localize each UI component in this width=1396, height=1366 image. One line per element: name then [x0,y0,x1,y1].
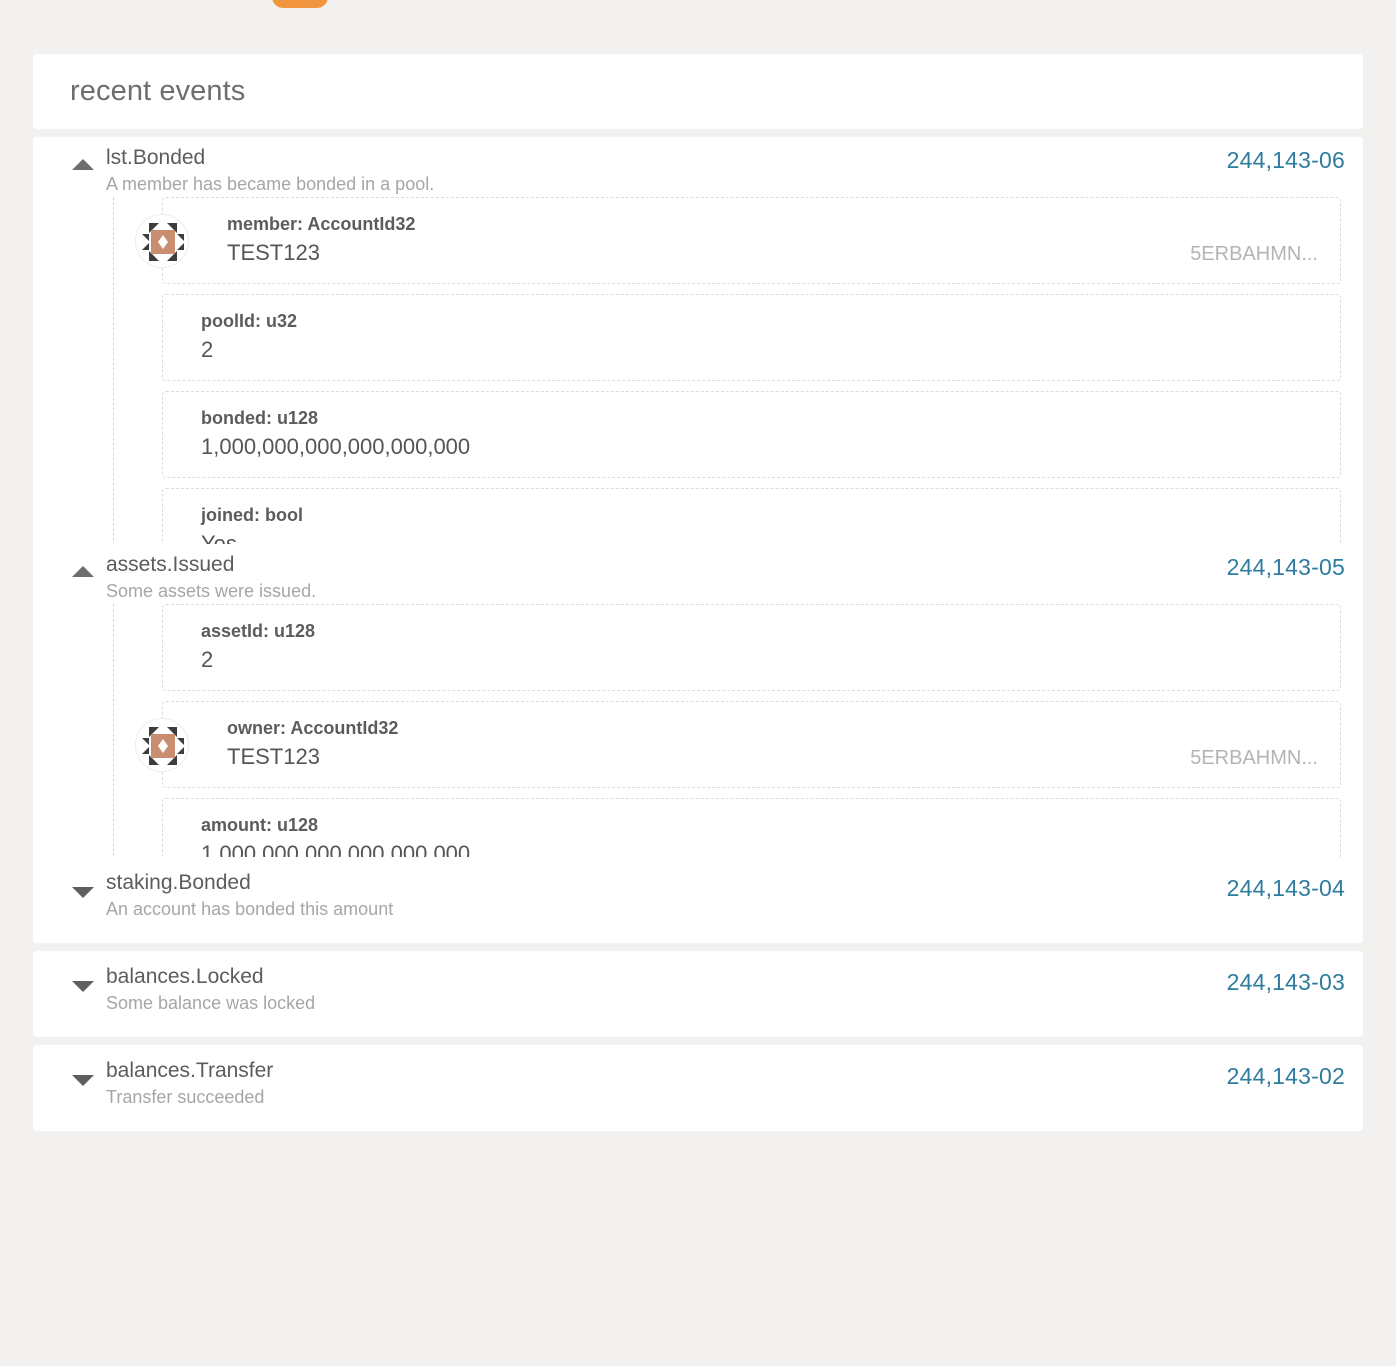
event-header-row[interactable]: balances.LockedSome balance was locked 24… [33,951,1363,1037]
event-field: owner: AccountId32TEST1235ERBAHMN... [162,701,1341,788]
event-name: assets.Issued [106,551,316,578]
event-title-group: balances.LockedSome balance was locked [106,951,315,1016]
caret-down-icon[interactable] [72,887,94,898]
event-block-number[interactable]: 244,143-03 [1227,969,1345,996]
event-card[interactable]: lst.BondedA member has became bonded in … [33,137,1363,601]
event-description: A member has became bonded in a pool. [106,171,434,197]
event-title-group: staking.BondedAn account has bonded this… [106,857,393,922]
field-value: 2 [201,644,1322,676]
field-key: poolId: u32 [201,308,1322,334]
event-name: lst.Bonded [106,144,434,171]
event-field: bonded: u1281,000,000,000,000,000,000 [162,391,1341,478]
event-description: Some assets were issued. [106,578,316,604]
event-card[interactable]: balances.LockedSome balance was locked 24… [33,951,1363,1037]
event-field: member: AccountId32TEST1235ERBAHMN... [162,197,1341,284]
field-value: 1,000,000,000,000,000,000 [201,431,1322,463]
event-field: assetId: u1282 [162,604,1341,691]
event-card[interactable]: balances.TransferTransfer succeeded 244,1… [33,1045,1363,1131]
event-card[interactable]: staking.BondedAn account has bonded this… [33,857,1363,943]
field-value: 2 [201,334,1322,366]
field-key: assetId: u128 [201,618,1322,644]
field-value: TEST123 [227,741,1322,773]
page-title: recent events [70,75,245,108]
field-key: joined: bool [201,502,1322,528]
event-title-group: assets.IssuedSome assets were issued. [106,544,316,604]
caret-down-icon[interactable] [72,981,94,992]
event-description: Some balance was locked [106,990,315,1016]
event-fields: member: AccountId32TEST1235ERBAHMN... poo… [113,197,1363,601]
event-block-number[interactable]: 244,143-05 [1227,554,1345,581]
field-key: member: AccountId32 [227,211,1322,237]
event-title-group: balances.TransferTransfer succeeded [106,1045,273,1110]
event-name: balances.Locked [106,963,315,990]
recent-events-header-card: recent events [33,54,1363,129]
event-block-number[interactable]: 244,143-06 [1227,147,1345,174]
event-description: Transfer succeeded [106,1084,273,1110]
field-address-short[interactable]: 5ERBAHMN... [1190,747,1318,770]
event-header-row[interactable]: balances.TransferTransfer succeeded 244,1… [33,1045,1363,1131]
field-value: TEST123 [227,237,1322,269]
event-title-group: lst.BondedA member has became bonded in … [106,137,434,197]
caret-up-icon[interactable] [72,566,94,577]
field-key: amount: u128 [201,812,1322,838]
caret-up-icon[interactable] [72,159,94,170]
event-card[interactable]: assets.IssuedSome assets were issued. 244… [33,544,1363,911]
caret-down-icon[interactable] [72,1075,94,1086]
top-orange-indicator [272,0,328,8]
field-key: bonded: u128 [201,405,1322,431]
event-header-row[interactable]: lst.BondedA member has became bonded in … [33,137,1363,197]
field-key: owner: AccountId32 [227,715,1322,741]
recent-events-page: recent events lst.BondedA member has bec… [0,0,1396,1366]
event-name: balances.Transfer [106,1057,273,1084]
event-name: staking.Bonded [106,869,393,896]
field-address-short[interactable]: 5ERBAHMN... [1190,243,1318,266]
event-block-number[interactable]: 244,143-02 [1227,1063,1345,1090]
event-header-row[interactable]: staking.BondedAn account has bonded this… [33,857,1363,943]
event-block-number[interactable]: 244,143-04 [1227,875,1345,902]
identicon-avatar[interactable] [135,718,189,772]
identicon-avatar[interactable] [135,214,189,268]
event-header-row[interactable]: assets.IssuedSome assets were issued. 244… [33,544,1363,604]
event-description: An account has bonded this amount [106,896,393,922]
event-field: poolId: u322 [162,294,1341,381]
